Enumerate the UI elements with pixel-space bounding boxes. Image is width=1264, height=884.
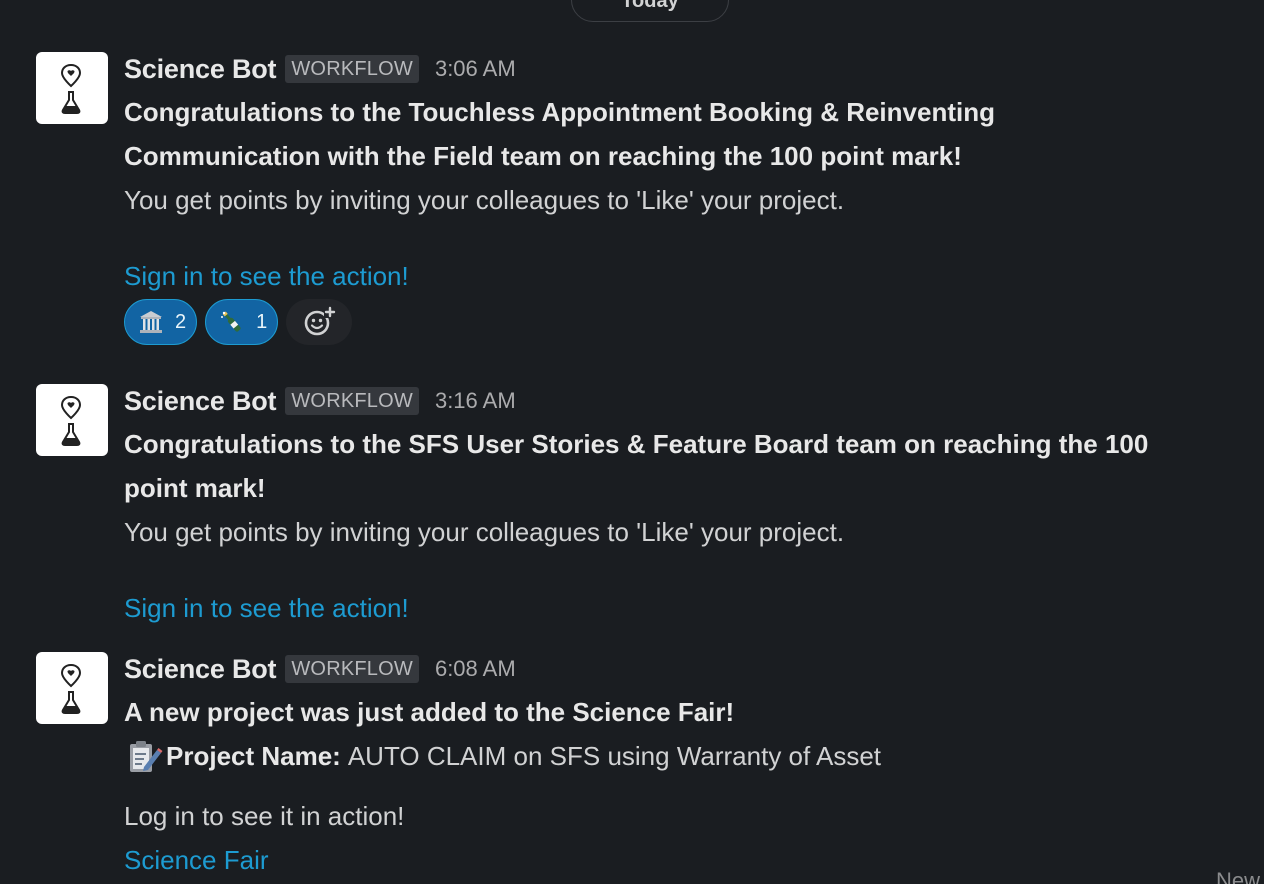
- science-bot-avatar-icon: [60, 663, 82, 714]
- date-divider[interactable]: Today: [571, 0, 729, 22]
- message-header: Science Bot WORKFLOW 3:16 AM: [124, 384, 1234, 418]
- project-name-line: Project Name: AUTO CLAIM on SFS using Wa…: [124, 734, 1234, 778]
- avatar[interactable]: [36, 652, 108, 724]
- science-fair-link[interactable]: Science Fair: [124, 838, 1234, 882]
- project-name-value: AUTO CLAIM on SFS using Warranty of Asse…: [347, 741, 882, 771]
- classical-building-icon: [137, 308, 165, 336]
- message-header: Science Bot WORKFLOW 3:06 AM: [124, 52, 1234, 86]
- timestamp[interactable]: 3:16 AM: [435, 388, 516, 414]
- avatar[interactable]: [36, 384, 108, 456]
- avatar[interactable]: [36, 52, 108, 124]
- message-header: Science Bot WORKFLOW 6:08 AM: [124, 652, 1234, 686]
- science-bot-avatar-icon: [60, 395, 82, 446]
- project-name-label: Project Name:: [166, 741, 341, 771]
- timestamp[interactable]: 3:06 AM: [435, 56, 516, 82]
- reaction-champagne[interactable]: 1: [205, 299, 279, 345]
- headline-line-2: point mark!: [124, 473, 266, 503]
- add-reaction-icon: [304, 306, 337, 336]
- message-content: Science Bot WORKFLOW 6:08 AM A new proje…: [124, 652, 1234, 882]
- headline-line-2: Communication with the Field team on rea…: [124, 141, 962, 171]
- reaction-classical-building[interactable]: 2: [124, 299, 198, 345]
- reaction-count: 2: [175, 310, 187, 333]
- headline-line-1: Congratulations to the Touchless Appoint…: [124, 97, 995, 127]
- champagne-bottle-icon: [218, 308, 246, 336]
- message-pane: Today Science Bot WORKFLOW 3:06 AM Congr…: [0, 0, 1264, 884]
- new-messages-indicator[interactable]: New: [1216, 868, 1260, 884]
- add-reaction-button[interactable]: [286, 299, 353, 345]
- timestamp[interactable]: 6:08 AM: [435, 656, 516, 682]
- workflow-badge: WORKFLOW: [285, 55, 419, 83]
- sender-name[interactable]: Science Bot: [124, 386, 277, 417]
- headline-line-1: A new project was just added to the Scie…: [124, 697, 735, 727]
- headline-line-1: Congratulations to the SFS User Stories …: [124, 429, 1149, 459]
- message-body: Log in to see it in action!: [124, 801, 405, 831]
- science-bot-avatar-icon: [60, 63, 82, 114]
- reaction-count: 1: [256, 310, 268, 333]
- message-body: You get points by inviting your colleagu…: [124, 185, 845, 215]
- memo-clipboard-icon: [124, 736, 166, 776]
- sign-in-link[interactable]: Sign in to see the action!: [124, 586, 1234, 630]
- message-content: Science Bot WORKFLOW 3:16 AM Congratulat…: [124, 384, 1234, 630]
- workflow-badge: WORKFLOW: [285, 655, 419, 683]
- sign-in-link[interactable]: Sign in to see the action!: [124, 254, 1234, 298]
- message-content: Science Bot WORKFLOW 3:06 AM Congratulat…: [124, 52, 1234, 346]
- workflow-badge: WORKFLOW: [285, 387, 419, 415]
- sender-name[interactable]: Science Bot: [124, 654, 277, 685]
- reactions-bar: 2 1: [124, 298, 1234, 346]
- sender-name[interactable]: Science Bot: [124, 54, 277, 85]
- message-body: You get points by inviting your colleagu…: [124, 517, 845, 547]
